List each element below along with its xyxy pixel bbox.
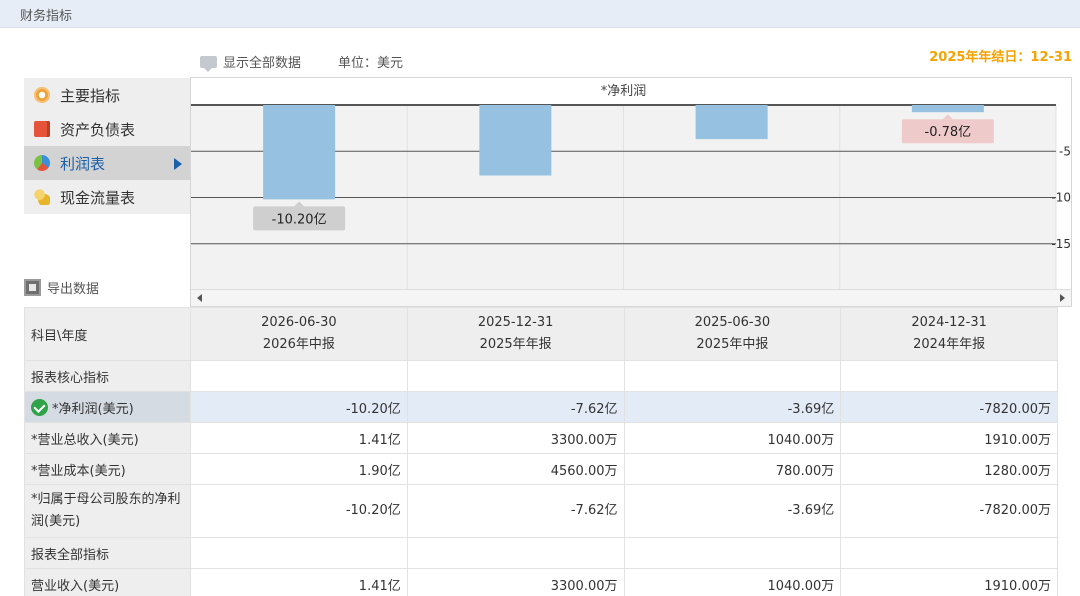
empty-cell bbox=[840, 360, 1058, 392]
show-all-label: 显示全部数据 bbox=[223, 56, 302, 71]
value-cell: -3.69亿 bbox=[623, 391, 842, 423]
value-cell: 1.41亿 bbox=[190, 422, 408, 454]
value-cell: 3300.00万 bbox=[406, 568, 625, 596]
export-label: 导出数据 bbox=[47, 282, 100, 297]
value-cell: 780.00万 bbox=[623, 453, 842, 485]
scroll-left-icon[interactable] bbox=[197, 294, 202, 302]
top-bar: 财务指标 bbox=[0, 0, 1080, 28]
value-cell: 4560.00万 bbox=[406, 453, 625, 485]
chart-scrollbar[interactable] bbox=[191, 289, 1071, 306]
empty-cell bbox=[840, 537, 1058, 569]
empty-cell bbox=[190, 537, 408, 569]
table-row-total-revenue[interactable]: *营业总收入(美元) 1.41亿 3300.00万 1040.00万 1910.… bbox=[24, 422, 1058, 454]
table-row-operating-cost[interactable]: *营业成本(美元) 1.90亿 4560.00万 780.00万 1280.00… bbox=[24, 453, 1058, 485]
row-label: *营业总收入(美元) bbox=[24, 422, 191, 454]
table-row-operating-revenue[interactable]: 营业收入(美元) 1.41亿 3300.00万 1040.00万 1910.00… bbox=[24, 568, 1058, 596]
column-date: 2026-06-30 bbox=[261, 315, 337, 330]
coins-icon bbox=[34, 189, 50, 205]
check-circle-icon bbox=[31, 398, 48, 416]
empty-cell bbox=[190, 360, 408, 392]
nav-item-balance-sheet[interactable]: 资产负债表 bbox=[24, 112, 190, 146]
section-label: 报表全部指标 bbox=[24, 537, 191, 569]
pie-chart-icon bbox=[34, 155, 50, 171]
value-cell: 1040.00万 bbox=[623, 568, 842, 596]
chart-canvas: *净利润 -5 -10 -15 -10.20亿 -0.78亿 bbox=[191, 84, 1071, 290]
value-cell: 1910.00万 bbox=[840, 422, 1058, 454]
empty-cell bbox=[406, 537, 625, 569]
unit-label: 单位：美元 bbox=[338, 56, 404, 71]
bar-2025-06-30 bbox=[695, 105, 768, 140]
value-cell: 1.90亿 bbox=[190, 453, 408, 485]
column-header[interactable]: 2025-06-30 2025年中报 bbox=[623, 307, 842, 361]
y-tick-label: -10 bbox=[1051, 191, 1071, 205]
value-cell: -7.62亿 bbox=[406, 391, 625, 423]
row-label: *净利润(美元) bbox=[52, 401, 134, 417]
value-cell: -7820.00万 bbox=[840, 484, 1058, 538]
column-date: 2024-12-31 bbox=[911, 315, 987, 330]
table-header-row: 科目\年度 2026-06-30 2026年中报 2025-12-31 2025年年… bbox=[24, 307, 1058, 361]
nav-item-label: 现金流量表 bbox=[60, 188, 136, 207]
value-cell: -3.69亿 bbox=[623, 484, 842, 538]
row-label-cell: *净利润(美元) bbox=[24, 391, 191, 423]
fiscal-year-end: 2025年年结日：12-31 bbox=[929, 50, 1072, 65]
nav-item-label: 利润表 bbox=[60, 154, 106, 173]
export-icon bbox=[24, 279, 41, 296]
empty-cell bbox=[406, 360, 625, 392]
column-header[interactable]: 2026-06-30 2026年中报 bbox=[190, 307, 408, 361]
section-row-all: 报表全部指标 bbox=[24, 537, 1058, 569]
row-label: *营业成本(美元) bbox=[24, 453, 191, 485]
column-header[interactable]: 2024-12-31 2024年年报 bbox=[840, 307, 1058, 361]
column-date: 2025-12-31 bbox=[477, 315, 554, 330]
table-row-parent-net-profit[interactable]: *归属于母公司股东的净利润(美元) -10.20亿 -7.62亿 -3.69亿 … bbox=[24, 484, 1058, 538]
value-cell: -7.62亿 bbox=[406, 484, 625, 538]
arrow-right-icon bbox=[174, 158, 182, 170]
value-cell: 1280.00万 bbox=[840, 453, 1058, 485]
nav-item-label: 资产负债表 bbox=[60, 120, 136, 139]
value-cell: -10.20亿 bbox=[190, 391, 408, 423]
column-date: 2025-06-30 bbox=[694, 315, 771, 330]
export-data-button[interactable]: 导出数据 bbox=[24, 278, 99, 297]
y-tick-label: -15 bbox=[1051, 237, 1071, 251]
net-profit-chart: *净利润 -5 -10 -15 -10.20亿 -0.78亿 bbox=[190, 77, 1072, 307]
document-icon bbox=[34, 121, 50, 137]
chart-title: *净利润 bbox=[601, 84, 647, 99]
nav-item-income-statement[interactable]: 利润表 bbox=[24, 146, 190, 180]
section-label: 报表核心指标 bbox=[24, 360, 191, 392]
nav-item-main-indicators[interactable]: 主要指标 bbox=[24, 78, 190, 112]
value-cell: 3300.00万 bbox=[406, 422, 625, 454]
value-cell: -10.20亿 bbox=[190, 484, 408, 538]
data-label: -10.20亿 bbox=[272, 212, 327, 227]
statement-nav: 主要指标 资产负债表 利润表 现金流量表 bbox=[24, 78, 190, 214]
bar-2026-06-30 bbox=[263, 105, 336, 200]
nav-item-label: 主要指标 bbox=[60, 86, 121, 105]
column-type: 2024年年报 bbox=[913, 337, 986, 352]
empty-cell bbox=[623, 360, 842, 392]
show-all-data-toggle[interactable]: 显示全部数据 bbox=[200, 52, 302, 72]
bar-2025-12-31 bbox=[479, 105, 552, 176]
bar-2024-12-31 bbox=[911, 105, 984, 113]
row-label: 营业收入(美元) bbox=[24, 568, 191, 596]
gear-icon bbox=[34, 87, 50, 103]
section-row-core: 报表核心指标 bbox=[24, 360, 1058, 392]
empty-cell bbox=[623, 537, 842, 569]
row-label: *归属于母公司股东的净利润(美元) bbox=[24, 484, 191, 538]
column-header[interactable]: 2025-12-31 2025年年报 bbox=[406, 307, 625, 361]
column-type: 2025年中报 bbox=[696, 337, 769, 352]
corner-cell: 科目\年度 bbox=[24, 307, 191, 361]
income-statement-table: 科目\年度 2026-06-30 2026年中报 2025-12-31 2025年年… bbox=[24, 307, 1058, 596]
value-cell: 1.41亿 bbox=[190, 568, 408, 596]
section-title: 财务指标 bbox=[20, 9, 73, 24]
column-type: 2025年年报 bbox=[479, 337, 552, 352]
comment-icon bbox=[200, 55, 217, 72]
value-cell: 1910.00万 bbox=[840, 568, 1058, 596]
value-cell: -7820.00万 bbox=[840, 391, 1058, 423]
nav-item-cash-flow[interactable]: 现金流量表 bbox=[24, 180, 190, 214]
value-cell: 1040.00万 bbox=[623, 422, 842, 454]
scroll-right-icon[interactable] bbox=[1060, 294, 1065, 302]
data-label: -0.78亿 bbox=[925, 125, 972, 140]
y-tick-label: -5 bbox=[1059, 144, 1071, 158]
table-row-net-profit[interactable]: *净利润(美元) -10.20亿 -7.62亿 -3.69亿 -7820.00万 bbox=[24, 391, 1058, 423]
column-type: 2026年中报 bbox=[262, 337, 335, 352]
